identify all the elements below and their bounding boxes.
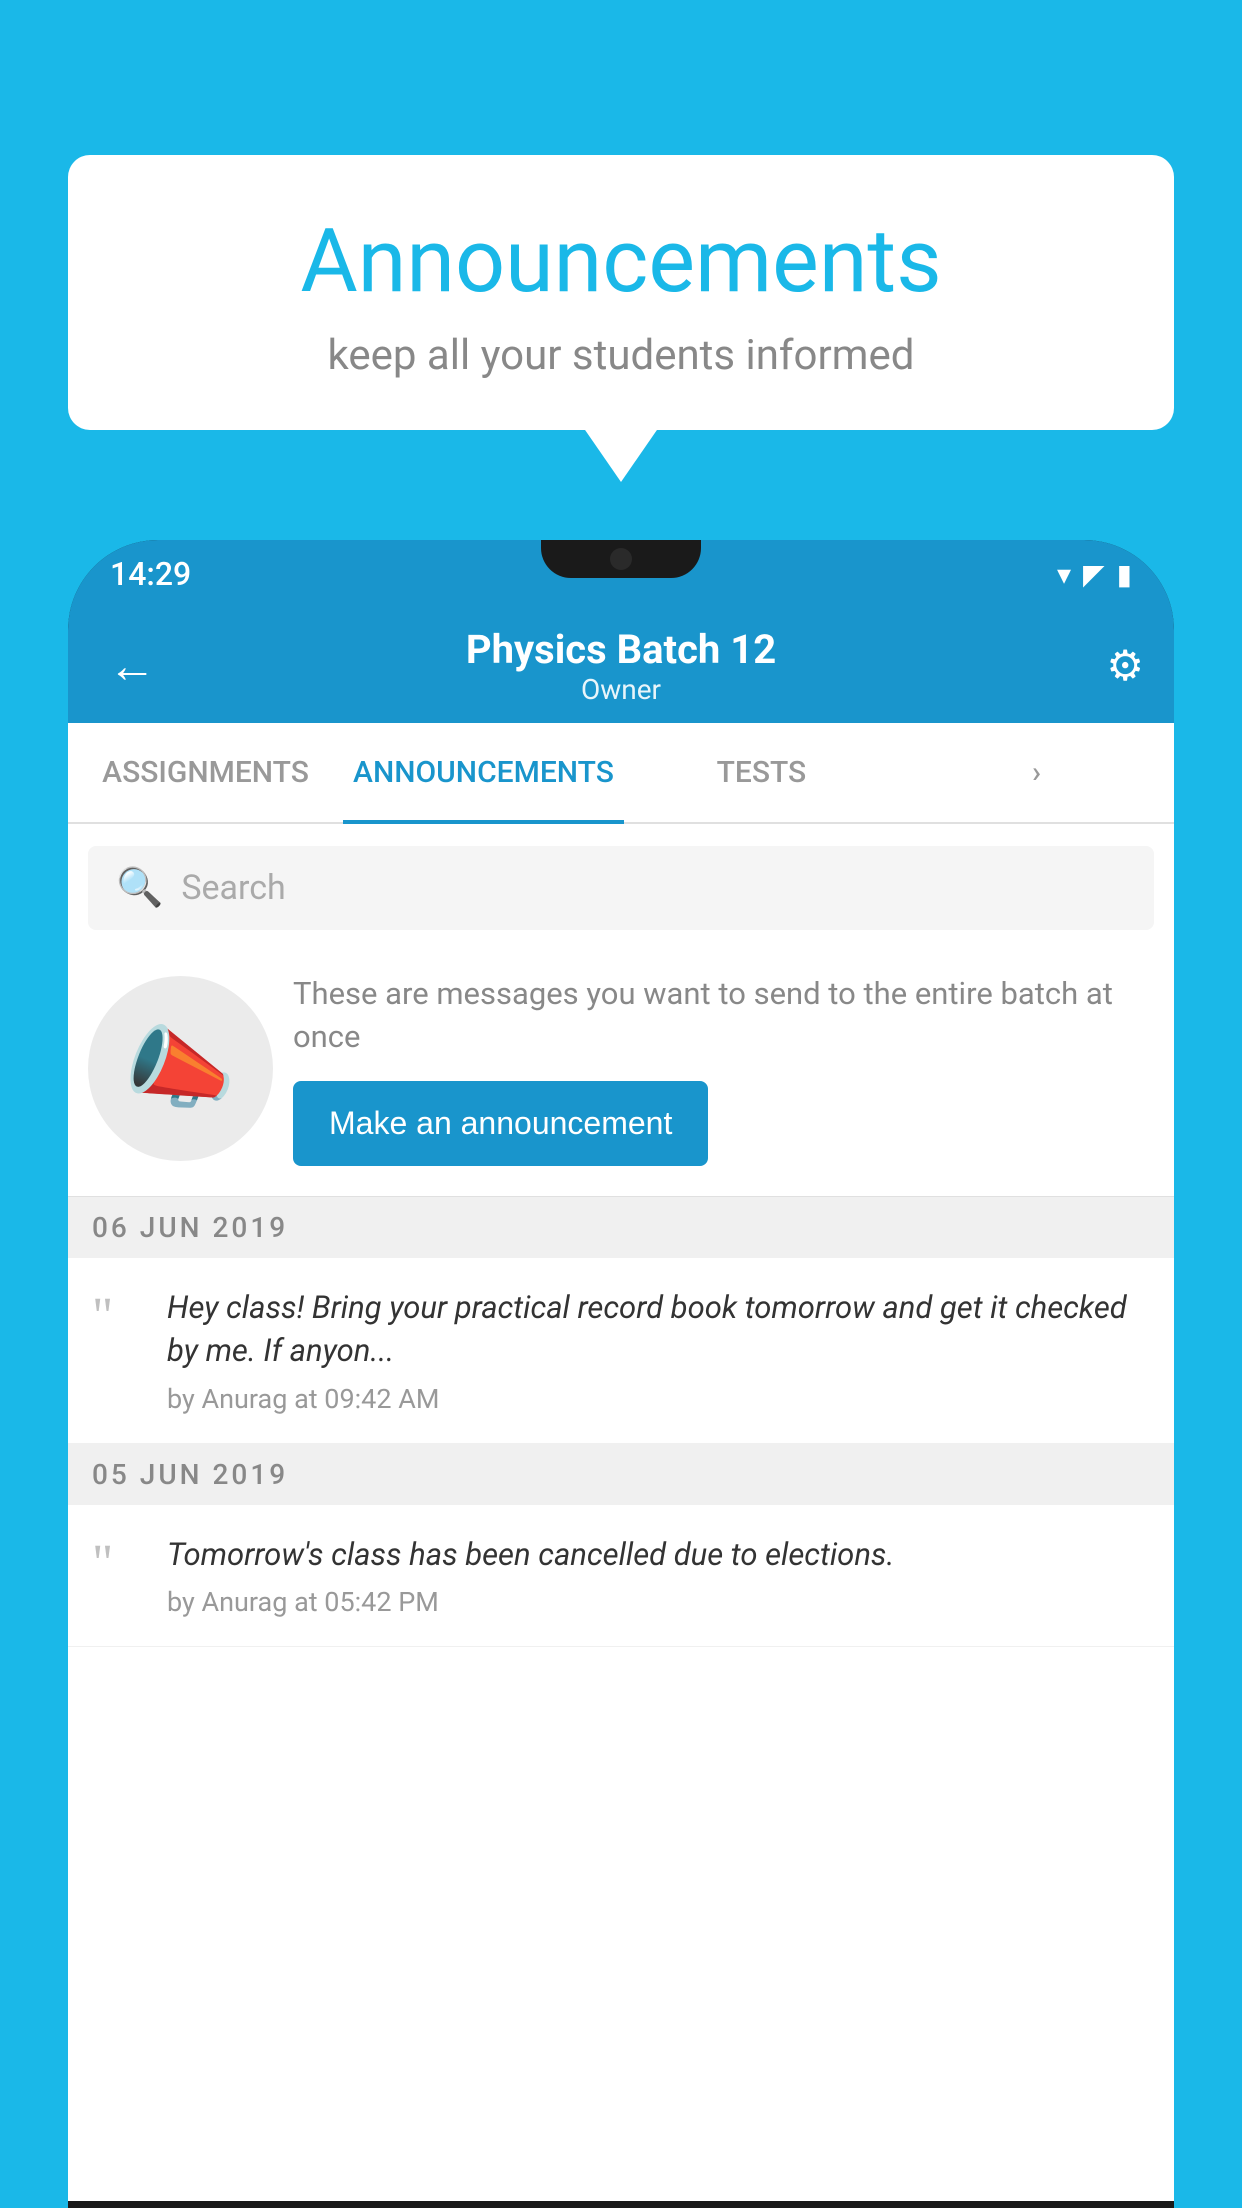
announcement-content-2: Tomorrow's class has been cancelled due … [167,1533,1150,1618]
search-icon: 🔍 [116,866,163,910]
phone-frame: 14:29 ▾ ◤ ▮ ← Physics Batch 12 Owner ⚙ A… [68,540,1174,2208]
status-time: 14:29 [110,555,191,593]
notch [541,540,701,578]
header-subtitle: Owner [466,673,776,706]
megaphone-icon: 📣 [124,1016,236,1121]
bubble-title: Announcements [128,210,1114,313]
date-separator-1: 06 JUN 2019 [68,1197,1174,1258]
quote-icon-1: " [92,1291,147,1343]
bubble-subtitle: keep all your students informed [128,331,1114,380]
search-bar[interactable]: 🔍 Search [88,846,1154,930]
quote-icon-2: " [92,1538,147,1590]
promo-right: These are messages you want to send to t… [293,972,1154,1166]
promo-text: These are messages you want to send to t… [293,972,1154,1059]
tab-tests[interactable]: TESTS [624,723,899,822]
header-title: Physics Batch 12 [466,626,776,673]
settings-button[interactable]: ⚙ [1106,641,1144,691]
status-icons: ▾ ◤ ▮ [1057,558,1132,591]
tabs-bar: ASSIGNMENTS ANNOUNCEMENTS TESTS › [68,723,1174,824]
battery-icon: ▮ [1117,558,1132,591]
announcement-promo: 📣 These are messages you want to send to… [68,952,1174,1197]
announcement-text-1: Hey class! Bring your practical record b… [167,1286,1150,1373]
tab-assignments[interactable]: ASSIGNMENTS [68,723,343,822]
date-separator-2: 05 JUN 2019 [68,1444,1174,1505]
announcement-item-1[interactable]: " Hey class! Bring your practical record… [68,1258,1174,1444]
megaphone-icon-container: 📣 [88,976,273,1161]
announcement-content-1: Hey class! Bring your practical record b… [167,1286,1150,1415]
announcement-text-2: Tomorrow's class has been cancelled due … [167,1533,1150,1576]
signal-icon: ◤ [1083,558,1105,591]
speech-bubble: Announcements keep all your students inf… [68,155,1174,430]
app-header: ← Physics Batch 12 Owner ⚙ [68,608,1174,723]
back-button[interactable]: ← [98,627,166,704]
wifi-icon: ▾ [1057,558,1071,591]
phone-content: 🔍 Search 📣 These are messages you want t… [68,824,1174,2201]
announcement-meta-1: by Anurag at 09:42 AM [167,1383,1150,1415]
make-announcement-button[interactable]: Make an announcement [293,1081,708,1166]
tab-more[interactable]: › [899,723,1174,822]
announcement-item-2[interactable]: " Tomorrow's class has been cancelled du… [68,1505,1174,1647]
announcement-meta-2: by Anurag at 05:42 PM [167,1586,1150,1618]
search-placeholder: Search [181,868,285,908]
tab-announcements[interactable]: ANNOUNCEMENTS [343,723,624,822]
header-center: Physics Batch 12 Owner [466,626,776,706]
front-camera [610,548,632,570]
